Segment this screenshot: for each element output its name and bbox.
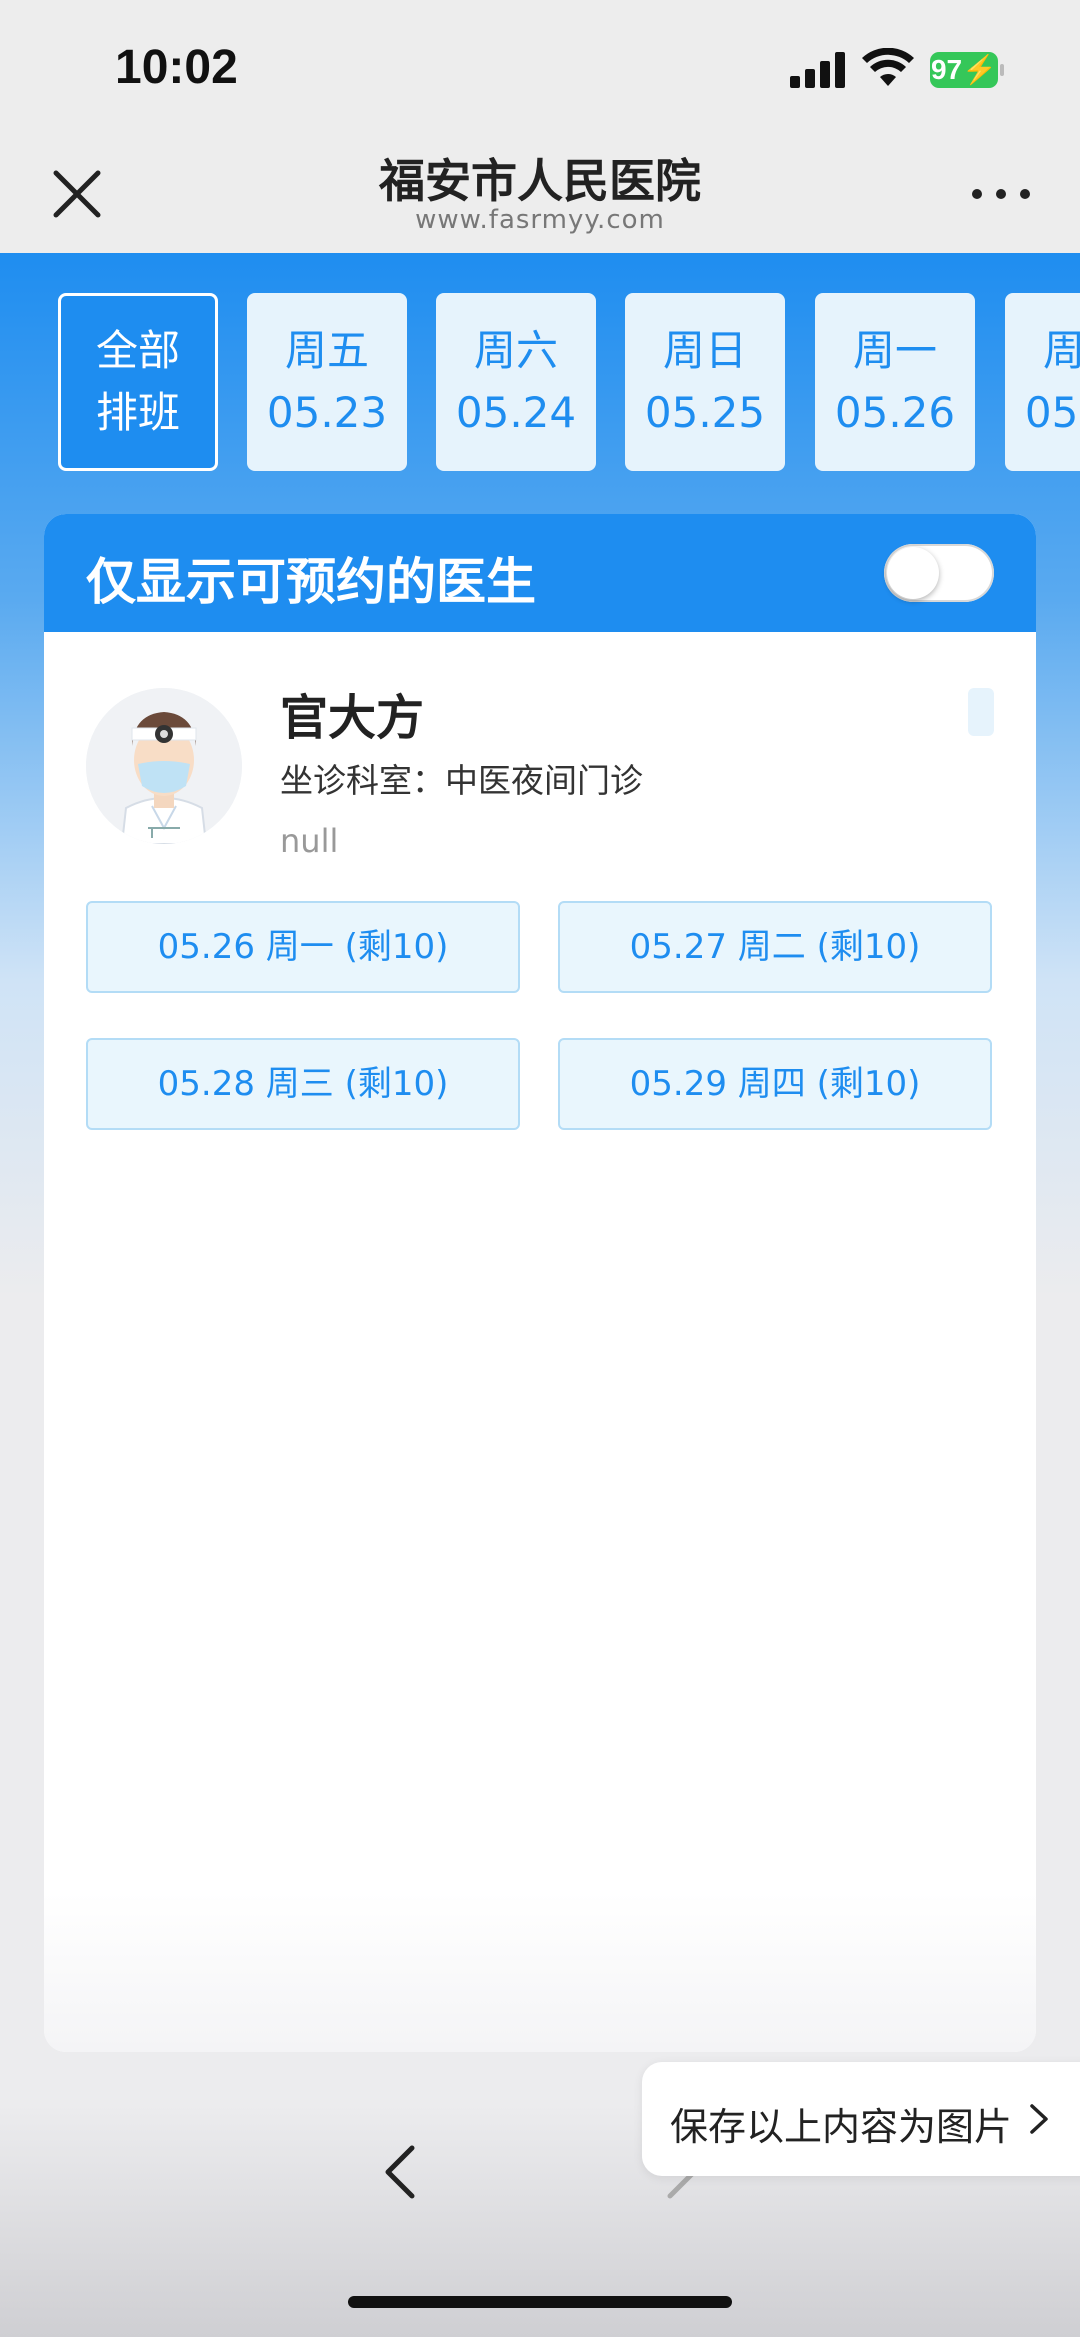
schedule-slot-button[interactable]: 05.27 周二 (剩10) — [558, 901, 992, 993]
doctor-name: 官大方 — [280, 690, 425, 746]
card-fade — [44, 1892, 1036, 2052]
tab-line2: 05.25 — [644, 388, 766, 437]
tab-line1: 全部 — [95, 326, 180, 375]
tab-line1: 周一 — [852, 326, 937, 375]
tab-day[interactable]: 周一 05.26 — [815, 293, 975, 471]
page-title: 福安市人民医院 — [379, 154, 701, 208]
page-url: www.fasrmyy.com — [415, 205, 665, 235]
filter-title: 仅显示可预约的医生 — [86, 553, 536, 611]
schedule-slot-button[interactable]: 05.28 周三 (剩10) — [86, 1038, 520, 1130]
nav-bar: 福安市人民医院 www.fasrmyy.com — [0, 135, 1080, 253]
status-bar: 10:02 97⚡ — [0, 0, 1080, 135]
battery-level: 97 — [930, 54, 963, 85]
doctor-list-card: 仅显示可预约的医生 官大方 坐诊科室：中医夜间门诊 null 05.26 周一 … — [44, 514, 1036, 2052]
doctor-badge — [968, 688, 994, 736]
doctor-avatar-icon — [86, 688, 242, 844]
tab-line2: 排班 — [95, 388, 180, 437]
chevron-right-icon — [1030, 2104, 1048, 2134]
schedule-slot-button[interactable]: 05.29 周四 (剩10) — [558, 1038, 992, 1130]
wifi-icon — [862, 48, 914, 86]
tab-line1: 周二 — [1042, 326, 1080, 375]
more-options-icon[interactable] — [972, 185, 1032, 205]
doctor-department: 坐诊科室：中医夜间门诊 — [280, 761, 643, 800]
filter-header: 仅显示可预约的医生 — [44, 514, 1036, 632]
doctor-note: null — [280, 822, 339, 860]
battery-icon: 97⚡ — [930, 52, 1004, 88]
tab-day[interactable]: 周六 05.24 — [436, 293, 596, 471]
home-indicator — [348, 2296, 732, 2308]
tab-day[interactable]: 周二 05.27 — [1005, 293, 1080, 471]
app-root: 10:02 97⚡ 福安市人民医院 www.fasrmyy.com 全部 排班 … — [0, 0, 1080, 2337]
tab-line1: 周六 — [473, 326, 558, 375]
save-as-image-label: 保存以上内容为图片 — [670, 2105, 1013, 2149]
day-tabs: 全部 排班 周五 05.23 周六 05.24 周日 05.25 周一 05.2… — [0, 253, 1080, 493]
cellular-signal-icon — [790, 52, 846, 88]
tab-day[interactable]: 周五 05.23 — [247, 293, 407, 471]
schedule-slot-button[interactable]: 05.26 周一 (剩10) — [86, 901, 520, 993]
tab-line2: 05.26 — [834, 388, 956, 437]
tab-line1: 周五 — [284, 326, 369, 375]
doctor-avatar — [86, 688, 242, 844]
tab-all-schedule[interactable]: 全部 排班 — [58, 293, 218, 471]
tab-line2: 05.27 — [1024, 388, 1080, 437]
available-only-toggle[interactable] — [884, 544, 994, 602]
tab-line2: 05.23 — [266, 388, 388, 437]
status-time: 10:02 — [115, 41, 238, 94]
back-arrow-icon[interactable] — [378, 2142, 422, 2202]
tab-line1: 周日 — [662, 326, 747, 375]
save-as-image-popup[interactable]: 保存以上内容为图片 — [642, 2062, 1080, 2176]
toggle-knob — [887, 547, 939, 599]
tab-line2: 05.24 — [455, 388, 577, 437]
tab-day[interactable]: 周日 05.25 — [625, 293, 785, 471]
